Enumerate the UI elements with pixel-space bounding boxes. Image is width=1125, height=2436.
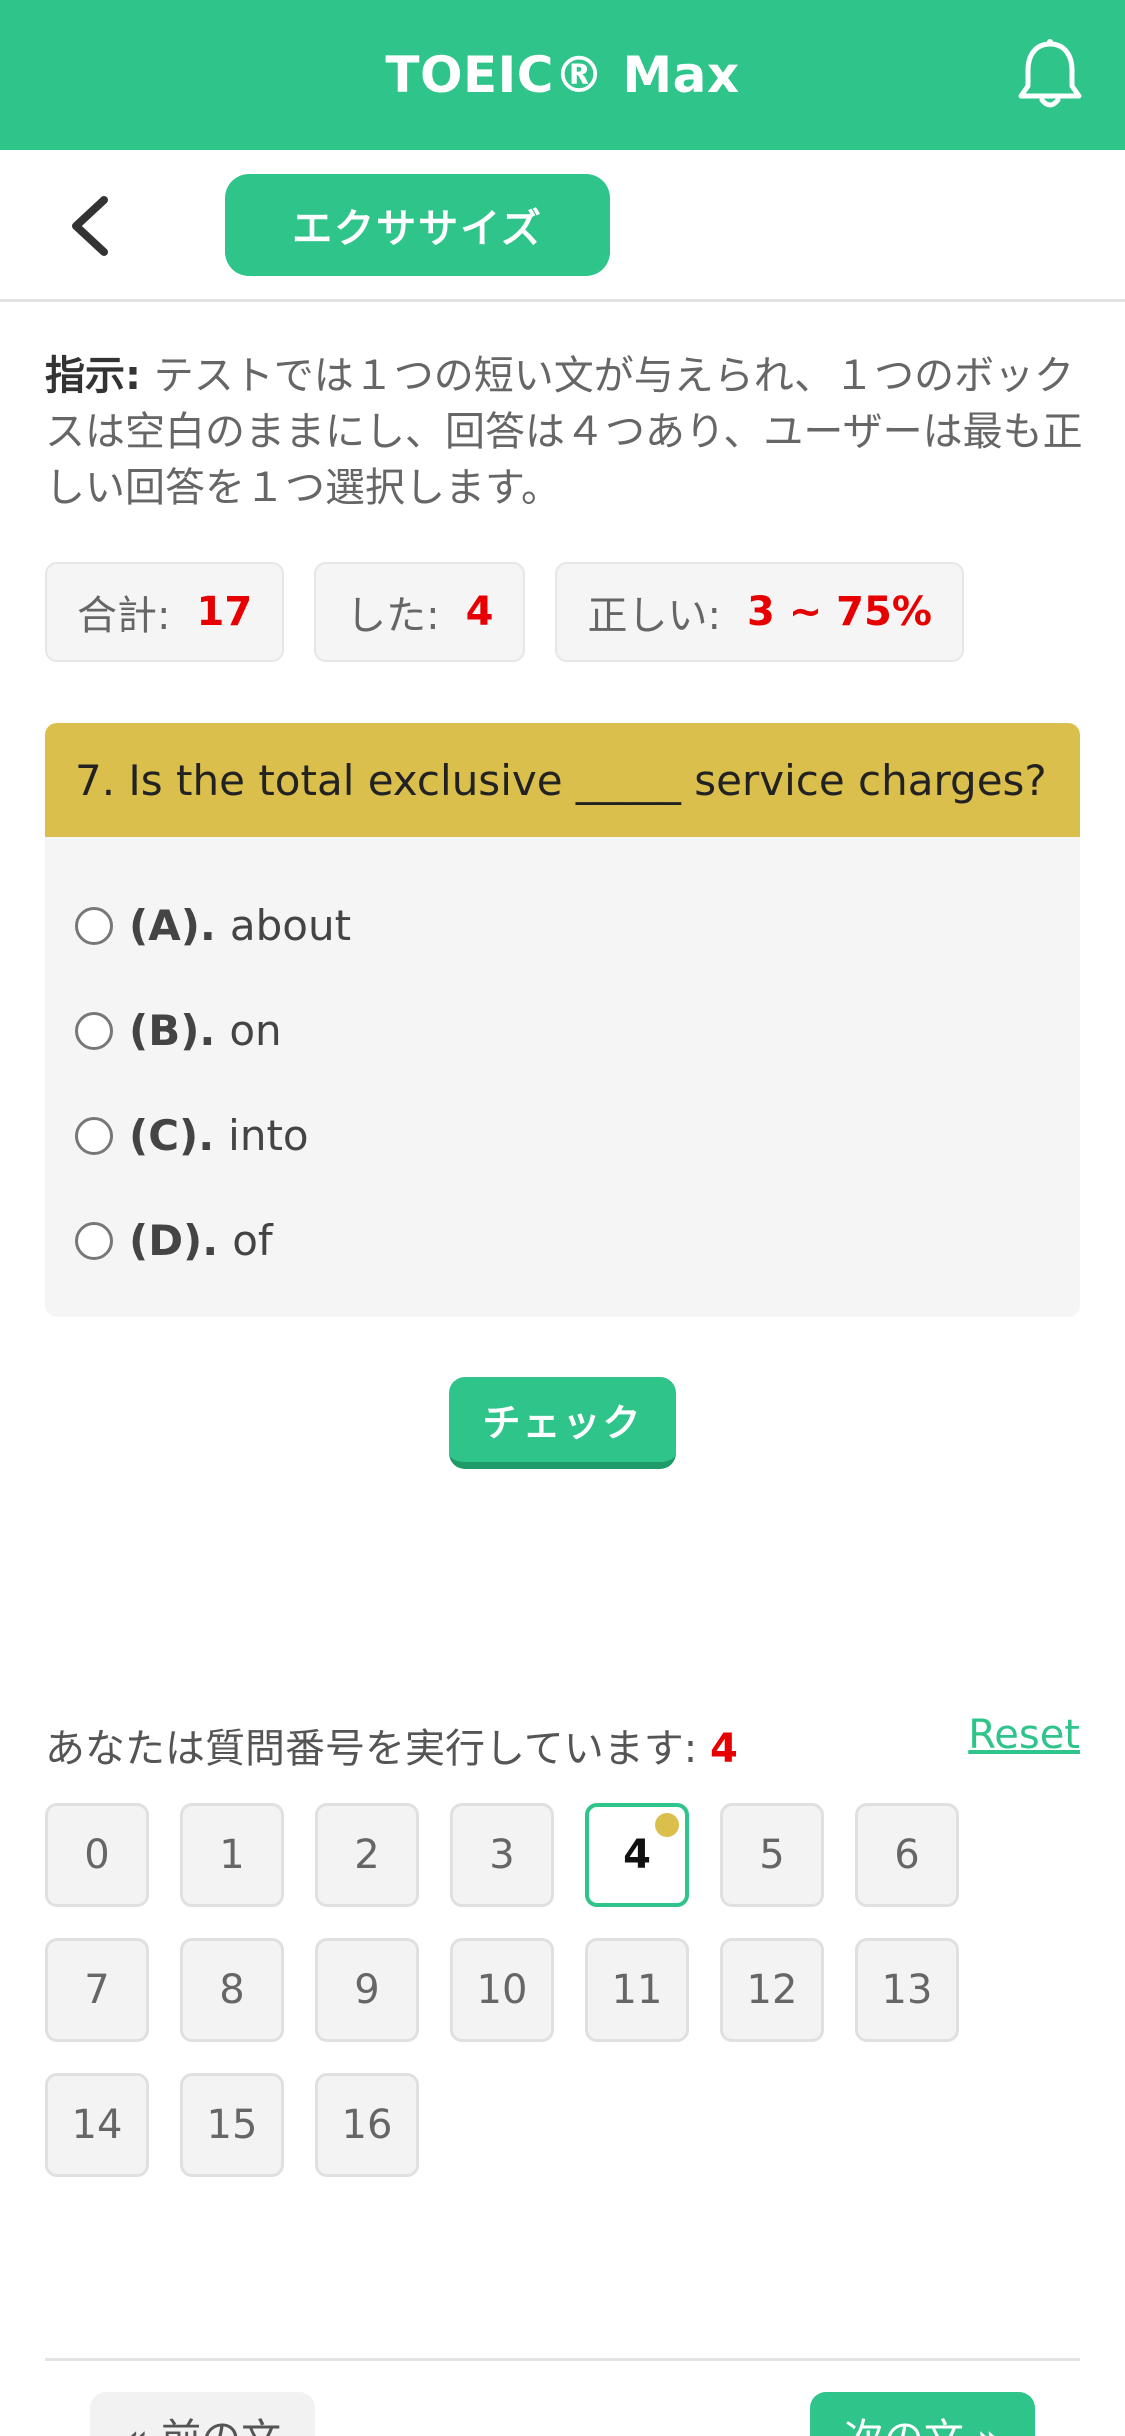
question-number-button[interactable]: 16: [315, 2073, 419, 2177]
option-letter: (C).: [129, 1111, 215, 1160]
option-text: about: [229, 901, 352, 950]
option-a[interactable]: (A). about: [45, 873, 1080, 978]
radio-button[interactable]: [75, 1116, 113, 1155]
next-sentence-button[interactable]: 次の文 »: [810, 2392, 1035, 2436]
question-number-button[interactable]: 13: [855, 1938, 959, 2042]
question-number-button[interactable]: 9: [315, 1938, 419, 2042]
stat-total: 合計: 17: [45, 562, 285, 662]
previous-sentence-button[interactable]: « 前の文: [90, 2392, 315, 2436]
option-b[interactable]: (B). on: [45, 978, 1080, 1083]
radio-button[interactable]: [75, 1221, 113, 1260]
app-title: TOEIC® Max: [385, 46, 740, 104]
bottom-divider: [45, 2358, 1080, 2361]
progress-text: あなたは質問番号を実行しています:: [45, 1726, 710, 1772]
reset-link[interactable]: Reset: [968, 1712, 1080, 1758]
question-number-button[interactable]: 8: [180, 1938, 284, 2042]
stat-done-label: した:: [346, 593, 440, 639]
option-c[interactable]: (C). into: [45, 1083, 1080, 1188]
question-number-button-active[interactable]: 4: [585, 1803, 689, 1907]
question-card: 7. Is the total exclusive _____ service …: [45, 723, 1080, 1317]
stat-total-label: 合計:: [77, 593, 171, 639]
question-number-button[interactable]: 11: [585, 1938, 689, 2042]
chevron-left-icon[interactable]: [62, 192, 118, 260]
app-root: TOEIC® Max エクササイズ 指示: テストでは１つの短い文が与えられ、１…: [0, 0, 1125, 2436]
question-text: 7. Is the total exclusive _____ service …: [45, 723, 1080, 837]
question-number-grid: 0 1 2 3 4 5 6 7 8 9 10 11 12 13 14 15 16: [45, 1803, 1005, 2177]
question-number-button[interactable]: 1: [180, 1803, 284, 1907]
question-number-button[interactable]: 15: [180, 2073, 284, 2177]
option-d[interactable]: (D). of: [45, 1188, 1080, 1293]
stat-correct: 正しい: 3 ~ 75%: [555, 562, 964, 662]
option-letter: (D).: [129, 1216, 219, 1265]
stat-total-value: 17: [196, 589, 253, 635]
option-text: on: [229, 1006, 282, 1055]
question-number-button[interactable]: 12: [720, 1938, 824, 2042]
current-indicator-dot: [655, 1813, 679, 1837]
instruction-label: 指示:: [45, 353, 141, 399]
question-number-button[interactable]: 5: [720, 1803, 824, 1907]
question-number-label: 4: [623, 1832, 651, 1878]
question-number-button[interactable]: 7: [45, 1938, 149, 2042]
question-number-button[interactable]: 14: [45, 2073, 149, 2177]
stat-done: した: 4: [314, 562, 526, 662]
question-number-button[interactable]: 0: [45, 1803, 149, 1907]
question-number-button[interactable]: 6: [855, 1803, 959, 1907]
option-letter: (A).: [129, 901, 216, 950]
stat-done-value: 4: [465, 589, 494, 635]
app-header: TOEIC® Max: [0, 0, 1125, 150]
stat-correct-value: 3 ~ 75%: [746, 589, 932, 635]
stats-bar: 合計: 17 した: 4 正しい: 3 ~ 75%: [45, 562, 964, 662]
exercise-tab-button[interactable]: エクササイズ: [225, 174, 610, 276]
instruction-body: テストでは１つの短い文が与えられ、１つのボックスは空白のままにし、回答は４つあり…: [45, 353, 1083, 511]
sub-navigation: エクササイズ: [0, 150, 1125, 302]
progress-label: あなたは質問番号を実行しています: 4: [45, 1716, 738, 1774]
radio-button[interactable]: [75, 906, 113, 945]
current-question-number: 4: [710, 1726, 738, 1772]
option-text: of: [232, 1216, 273, 1265]
option-letter: (B).: [129, 1006, 216, 1055]
bell-icon[interactable]: [1015, 38, 1085, 112]
instruction-text: 指示: テストでは１つの短い文が与えられ、１つのボックスは空白のままにし、回答は…: [45, 348, 1085, 516]
radio-button[interactable]: [75, 1011, 113, 1050]
question-number-button[interactable]: 3: [450, 1803, 554, 1907]
check-button[interactable]: チェック: [449, 1377, 676, 1469]
option-text: into: [228, 1111, 309, 1160]
answer-options: (A). about (B). on (C). into (D). of: [45, 837, 1080, 1293]
stat-correct-label: 正しい:: [587, 593, 721, 639]
question-number-button[interactable]: 10: [450, 1938, 554, 2042]
question-number-button[interactable]: 2: [315, 1803, 419, 1907]
